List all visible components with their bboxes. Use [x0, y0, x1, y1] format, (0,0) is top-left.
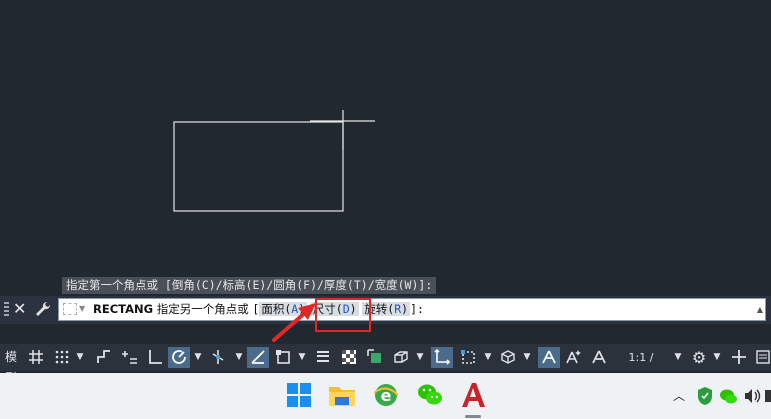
- taskbar: e ︿: [0, 373, 771, 419]
- drawn-rectangle: [173, 121, 344, 212]
- model-tab[interactable]: 模型: [0, 347, 22, 385]
- isometric-icon[interactable]: [207, 347, 229, 368]
- chevron-down-icon[interactable]: ▼: [711, 347, 723, 368]
- plus-icon[interactable]: [728, 347, 750, 368]
- status-bar: 模型 ▼ ▼ ▼ ▼ ▼ ▼: [0, 344, 771, 385]
- customize-icon[interactable]: [755, 347, 771, 368]
- autocad-icon[interactable]: [457, 379, 489, 411]
- annotation-arrow-icon: [272, 303, 316, 342]
- security-shield-icon[interactable]: [697, 385, 713, 407]
- chevron-down-icon[interactable]: ▼: [192, 347, 204, 368]
- chevron-up-icon[interactable]: ︿: [673, 385, 685, 407]
- command-text: RECTANG 指定另一个角点或 [面积(A) 尺寸(D) 旋转(R)]:: [93, 302, 424, 317]
- gear-icon[interactable]: ⚙: [688, 347, 710, 368]
- wechat-tray-icon[interactable]: [719, 385, 737, 407]
- wrench-icon[interactable]: [33, 300, 53, 320]
- close-icon[interactable]: ✕: [13, 299, 26, 319]
- snap-dots-icon[interactable]: [52, 347, 72, 368]
- chevron-down-icon[interactable]: ▼: [482, 347, 494, 368]
- chevron-down-icon[interactable]: ▼: [672, 347, 684, 368]
- highlight-box: [315, 298, 371, 332]
- wechat-icon[interactable]: [414, 379, 446, 411]
- command-bar: ✕ ▼ RECTANG 指定另一个角点或 [面积(A) 尺寸(D) 旋转(R)]…: [0, 296, 771, 324]
- scale-value[interactable]: 1:1 / 100%: [612, 347, 670, 385]
- 3d-osnap-icon[interactable]: [390, 347, 412, 368]
- drawing-svg: [173, 110, 375, 212]
- dynamic-input-icon[interactable]: [120, 347, 140, 368]
- lineweight-icon[interactable]: [313, 347, 333, 368]
- chevron-down-icon[interactable]: ▼: [74, 347, 86, 368]
- bracket-close: ]:: [410, 302, 424, 316]
- auto-scale-icon[interactable]: [563, 347, 585, 368]
- network-icon[interactable]: [764, 385, 771, 407]
- dynamic-ucs-icon[interactable]: [431, 347, 453, 368]
- active-app-indicator: [465, 415, 481, 418]
- annotation-visibility-icon[interactable]: [538, 347, 560, 368]
- gizmo-icon[interactable]: [497, 347, 519, 368]
- grid-icon[interactable]: [26, 347, 46, 368]
- infer-constraints-icon[interactable]: [94, 347, 114, 368]
- chevron-down-icon[interactable]: ▼: [79, 304, 85, 313]
- chevron-down-icon[interactable]: ▼: [233, 347, 245, 368]
- command-prompt: 指定另一个角点或: [156, 302, 249, 316]
- chevron-down-icon[interactable]: ▼: [414, 347, 426, 368]
- object-snap-tracking-icon[interactable]: [247, 347, 269, 368]
- chevron-down-icon[interactable]: ▼: [521, 347, 533, 368]
- command-input[interactable]: ▼ RECTANG 指定另一个角点或 [面积(A) 尺寸(D) 旋转(R)]: …: [58, 298, 766, 321]
- grip-handle-icon[interactable]: [4, 302, 9, 318]
- drawing-canvas[interactable]: [0, 0, 771, 296]
- command-name: RECTANG: [93, 302, 154, 316]
- annotation-scale-icon[interactable]: [588, 347, 610, 368]
- scroll-up-icon[interactable]: ▲: [757, 305, 763, 314]
- ortho-icon[interactable]: [145, 347, 165, 368]
- volume-icon[interactable]: [743, 385, 761, 407]
- transparency-icon[interactable]: [338, 347, 360, 368]
- windows-start-icon[interactable]: [283, 379, 315, 411]
- recent-commands-icon[interactable]: [63, 303, 77, 315]
- chevron-down-icon[interactable]: ▼: [296, 347, 308, 368]
- object-snap-icon[interactable]: [272, 347, 294, 368]
- selection-filter-icon[interactable]: [457, 347, 479, 368]
- browser-icon[interactable]: e: [370, 379, 402, 411]
- selection-cycling-icon[interactable]: [364, 347, 386, 368]
- folder-icon[interactable]: [326, 379, 358, 411]
- command-history: 指定第一个角点或 [倒角(C)/标高(E)/圆角(F)/厚度(T)/宽度(W)]…: [62, 277, 437, 294]
- polar-tracking-icon[interactable]: [168, 347, 190, 368]
